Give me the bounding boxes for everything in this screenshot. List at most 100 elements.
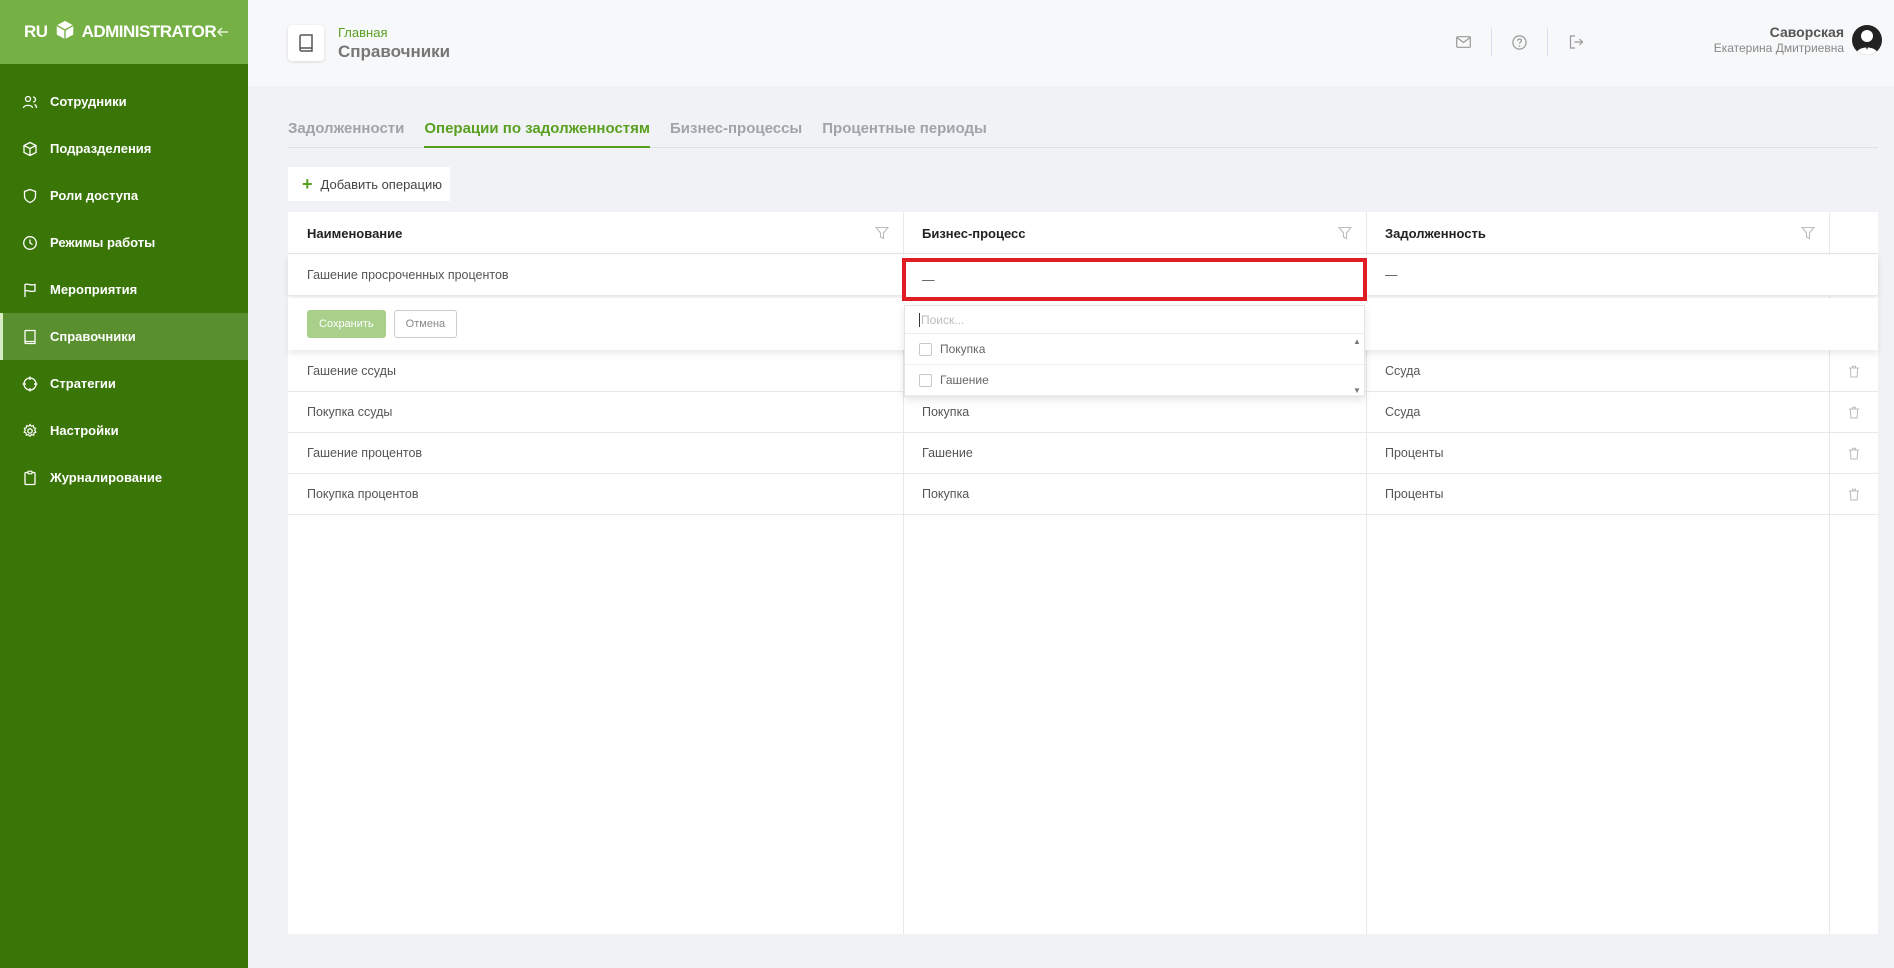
option-label: Покупка	[940, 342, 986, 356]
sidebar-item-label: Настройки	[50, 423, 119, 438]
delete-button[interactable]	[1829, 392, 1878, 432]
help-button[interactable]	[1492, 28, 1548, 56]
logout-icon	[1569, 35, 1583, 49]
sidebar-item-label: Роли доступа	[50, 188, 139, 203]
debt-cell: Ссуда	[1385, 364, 1421, 378]
book-icon	[299, 34, 313, 52]
name-cell: Покупка ссуды	[307, 405, 393, 419]
trash-icon	[1848, 406, 1859, 418]
delete-button[interactable]	[1829, 351, 1878, 391]
sidebar-item-strategies[interactable]: Стратегии	[0, 360, 248, 407]
sidebar-item-employees[interactable]: Сотрудники	[0, 78, 248, 125]
tabs: Задолженности Операции по задолженностям…	[288, 116, 1878, 148]
table-row[interactable]: Покупка процентов Покупка Проценты	[288, 474, 1878, 515]
sidebar-item-settings[interactable]: Настройки	[0, 407, 248, 454]
trash-icon	[1848, 447, 1859, 459]
add-operation-button[interactable]: + Добавить операцию	[288, 167, 450, 201]
gear-icon	[22, 422, 38, 439]
name-cell[interactable]: Гашение просроченных процентов	[288, 255, 903, 295]
option-checkbox[interactable]	[919, 373, 932, 387]
name-cell: Гашение процентов	[307, 446, 423, 460]
add-operation-label: Добавить операцию	[320, 176, 442, 192]
sidebar: RU ADMINISTRATOR Сотрудники Подразделени…	[0, 0, 248, 968]
table-row[interactable]: Покупка ссуды Покупка Ссуда	[288, 392, 1878, 433]
user-avatar-icon	[1856, 29, 1878, 55]
sidebar-item-logging[interactable]: Журналирование	[0, 454, 248, 501]
help-icon	[1512, 34, 1527, 50]
logo-cube-icon	[54, 19, 76, 46]
sidebar-item-work-modes[interactable]: Режимы работы	[0, 219, 248, 266]
arrow-left-icon	[217, 27, 229, 37]
collapse-sidebar-button[interactable]	[216, 20, 230, 44]
sidebar-item-label: Мероприятия	[50, 282, 138, 297]
column-header-label: Бизнес-процесс	[922, 225, 1026, 241]
tab-interest-periods[interactable]: Процентные периоды	[822, 116, 987, 148]
sidebar-item-label: Подразделения	[50, 141, 152, 156]
option-checkbox[interactable]	[919, 342, 932, 356]
filter-icon[interactable]	[875, 226, 889, 240]
sidebar-item-label: Режимы работы	[50, 235, 156, 250]
business-process-cell: Гашение	[922, 446, 973, 460]
scroll-up-icon[interactable]: ▲	[1353, 337, 1361, 346]
header-actions	[1436, 28, 1604, 56]
mail-icon	[1456, 36, 1471, 48]
debt-cell: Проценты	[1385, 487, 1444, 501]
delete-button[interactable]	[1829, 474, 1878, 514]
sidebar-header: RU ADMINISTRATOR	[0, 0, 248, 64]
delete-button[interactable]	[1829, 433, 1878, 473]
option-label: Гашение	[940, 373, 989, 387]
business-process-cell: Покупка	[922, 487, 970, 501]
dropdown-option[interactable]: Гашение	[905, 365, 1364, 396]
search-placeholder: Поиск...	[921, 312, 965, 327]
sidebar-item-departments[interactable]: Подразделения	[0, 125, 248, 172]
dropdown-scrollbar[interactable]: ▲ ▼	[1350, 334, 1364, 398]
sidebar-item-events[interactable]: Мероприятия	[0, 266, 248, 313]
dropdown-search-input[interactable]: Поиск...	[905, 306, 1364, 334]
users-icon	[22, 94, 38, 110]
save-button[interactable]: Сохранить	[307, 310, 386, 338]
sidebar-item-label: Справочники	[50, 329, 136, 344]
business-process-dropdown: Поиск... Покупка Гашение ▲ ▼	[904, 305, 1365, 397]
filter-icon[interactable]	[1338, 226, 1352, 240]
trash-icon	[1848, 365, 1859, 377]
avatar[interactable]	[1852, 24, 1882, 55]
column-header-label: Наименование	[307, 225, 403, 241]
scroll-down-icon[interactable]: ▼	[1353, 386, 1361, 395]
user-profile[interactable]: Саворская Екатерина Дмитриевна	[1714, 24, 1882, 55]
sidebar-item-label: Журналирование	[50, 470, 163, 485]
column-header-name: Наименование	[288, 212, 903, 254]
page-title: Справочники	[338, 41, 451, 61]
messages-button[interactable]	[1436, 28, 1492, 56]
logo-left-text: RU	[24, 22, 48, 41]
business-process-select[interactable]: —	[902, 258, 1367, 301]
tab-debts[interactable]: Задолженности	[288, 116, 404, 148]
tab-debt-operations[interactable]: Операции по задолженностям	[424, 116, 650, 148]
top-header: Главная Справочники Саворская Екатерина …	[248, 0, 1894, 86]
clock-icon	[22, 235, 38, 251]
logo-right-text: ADMINISTRATOR	[81, 22, 217, 41]
business-process-value: —	[922, 272, 935, 287]
table-row[interactable]: Гашение процентов Гашение Проценты	[288, 433, 1878, 474]
breadcrumb-home-link[interactable]: Главная	[338, 25, 450, 40]
dropdown-option[interactable]: Покупка	[905, 334, 1364, 365]
filter-icon[interactable]	[1801, 226, 1815, 240]
cancel-button[interactable]: Отмена	[393, 310, 458, 338]
breadcrumb: Главная Справочники	[338, 25, 450, 62]
logo[interactable]: RU ADMINISTRATOR	[24, 19, 217, 46]
sidebar-item-directories[interactable]: Справочники	[0, 313, 248, 360]
trash-icon	[1848, 488, 1859, 500]
text-caret	[919, 312, 920, 327]
user-names: Саворская Екатерина Дмитриевна	[1714, 24, 1844, 55]
sidebar-item-access-roles[interactable]: Роли доступа	[0, 172, 248, 219]
debt-select[interactable]: —	[1366, 255, 1829, 295]
sidebar-nav: Сотрудники Подразделения Роли доступа Ре…	[0, 64, 248, 501]
debt-cell: Ссуда	[1385, 405, 1421, 419]
page-icon	[288, 25, 324, 61]
sidebar-item-label: Стратегии	[50, 376, 116, 391]
crosshair-icon	[22, 376, 38, 392]
column-header-business-process: Бизнес-процесс	[903, 212, 1366, 254]
logout-button[interactable]	[1548, 28, 1604, 56]
tab-business-processes[interactable]: Бизнес-процессы	[670, 116, 802, 148]
shield-icon	[22, 188, 38, 204]
name-cell: Покупка процентов	[307, 487, 419, 501]
